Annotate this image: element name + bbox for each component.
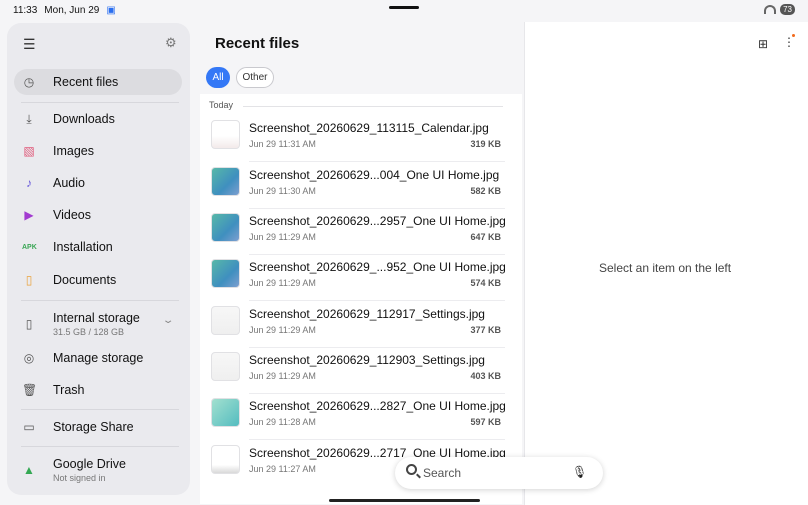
list-item[interactable]: Screenshot_20260629_113115_Calendar.jpg … <box>209 116 505 162</box>
google-drive-icon: ▲ <box>23 463 35 477</box>
sidebar-item-videos[interactable]: ▶ Videos <box>14 202 182 228</box>
status-date: Mon, Jun 29 <box>44 5 100 16</box>
wifi-icon <box>764 5 777 14</box>
sidebar-item-installation[interactable]: APK Installation <box>14 234 182 260</box>
calendar-notification-icon: ▣ <box>106 5 116 16</box>
video-icon: ▶ <box>24 208 34 222</box>
filter-chip-all[interactable]: All <box>206 67 230 88</box>
phone-icon: ▯ <box>25 317 33 331</box>
camera-notch <box>389 6 419 9</box>
clock-icon: ◷ <box>23 75 35 89</box>
trash-icon: 🗑 <box>22 383 38 397</box>
filter-chip-other[interactable]: Other <box>236 67 274 88</box>
sidebar-item-google-drive[interactable]: ▲ Google Drive Not signed in <box>14 454 182 486</box>
list-item[interactable]: Screenshot_20260629...2827_One UI Home.j… <box>209 394 506 440</box>
more-options-icon[interactable]: ⋮ <box>783 35 795 49</box>
sidebar-item-documents[interactable]: ▯ Documents <box>14 267 182 293</box>
home-indicator[interactable] <box>329 499 480 502</box>
file-thumbnail <box>211 445 240 474</box>
menu-icon[interactable]: ☰ <box>23 36 36 53</box>
clock: 11:33 <box>13 5 38 16</box>
gear-icon[interactable]: ⚙ <box>165 35 177 51</box>
sidebar-item-audio[interactable]: ♪ Audio <box>14 170 182 196</box>
sidebar: ☰ ⚙ ◷ Recent files ⤓ Downloads ▧ Images … <box>7 23 190 495</box>
file-thumbnail <box>211 167 240 196</box>
folder-icon: ▭ <box>23 420 35 434</box>
list-item[interactable]: Screenshot_20260629...2957_One UI Home.j… <box>209 209 506 255</box>
music-note-icon: ♪ <box>26 176 32 190</box>
microphone-icon[interactable]: 🎙 <box>572 465 587 479</box>
list-item[interactable]: Screenshot_20260629_112903_Settings.jpg … <box>209 348 505 394</box>
battery-icon: 73 <box>780 4 795 15</box>
file-thumbnail <box>211 120 240 149</box>
file-thumbnail <box>211 259 240 288</box>
file-thumbnail <box>211 306 240 335</box>
image-icon: ▧ <box>23 144 35 158</box>
search-icon <box>406 464 417 475</box>
main-panel: Recent files ⊞ ⋮ All Other Today Screens… <box>190 22 808 505</box>
list-item[interactable]: Screenshot_20260629_112917_Settings.jpg … <box>209 302 505 348</box>
sidebar-item-images[interactable]: ▧ Images <box>14 138 182 164</box>
grid-view-icon[interactable]: ⊞ <box>758 37 768 51</box>
file-thumbnail <box>211 398 240 427</box>
file-thumbnail <box>211 352 240 381</box>
list-item[interactable]: Screenshot_20260629...004_One UI Home.jp… <box>209 163 505 209</box>
sidebar-item-manage-storage[interactable]: ◎ Manage storage <box>14 345 182 371</box>
document-icon: ▯ <box>25 273 33 287</box>
sidebar-item-internal-storage[interactable]: ▯ Internal storage 31.5 GB / 128 GB <box>14 308 182 340</box>
empty-detail-message: Select an item on the left <box>599 261 732 275</box>
download-icon: ⤓ <box>26 111 32 126</box>
search-bar[interactable]: Search 🎙 <box>395 457 603 489</box>
status-bar: 11:33 Mon, Jun 29 ▣ 73 <box>0 0 808 22</box>
storage-icon: ◎ <box>23 351 35 365</box>
chevron-down-icon[interactable]: ⌄ <box>162 315 175 326</box>
sidebar-item-storage-share[interactable]: ▭ Storage Share <box>14 414 182 440</box>
sidebar-item-trash[interactable]: 🗑 Trash <box>14 377 182 403</box>
notification-dot <box>792 34 795 37</box>
list-item[interactable]: Screenshot_20260629_...952_One UI Home.j… <box>209 255 506 301</box>
sidebar-item-downloads[interactable]: ⤓ Downloads <box>14 106 182 132</box>
sidebar-item-recent-files[interactable]: ◷ Recent files <box>14 69 182 95</box>
apk-icon: APK <box>22 243 37 251</box>
section-header: Today <box>209 100 234 110</box>
search-label: Search <box>423 466 462 480</box>
page-title: Recent files <box>215 35 300 52</box>
file-thumbnail <box>211 213 240 242</box>
section-divider <box>243 106 503 107</box>
